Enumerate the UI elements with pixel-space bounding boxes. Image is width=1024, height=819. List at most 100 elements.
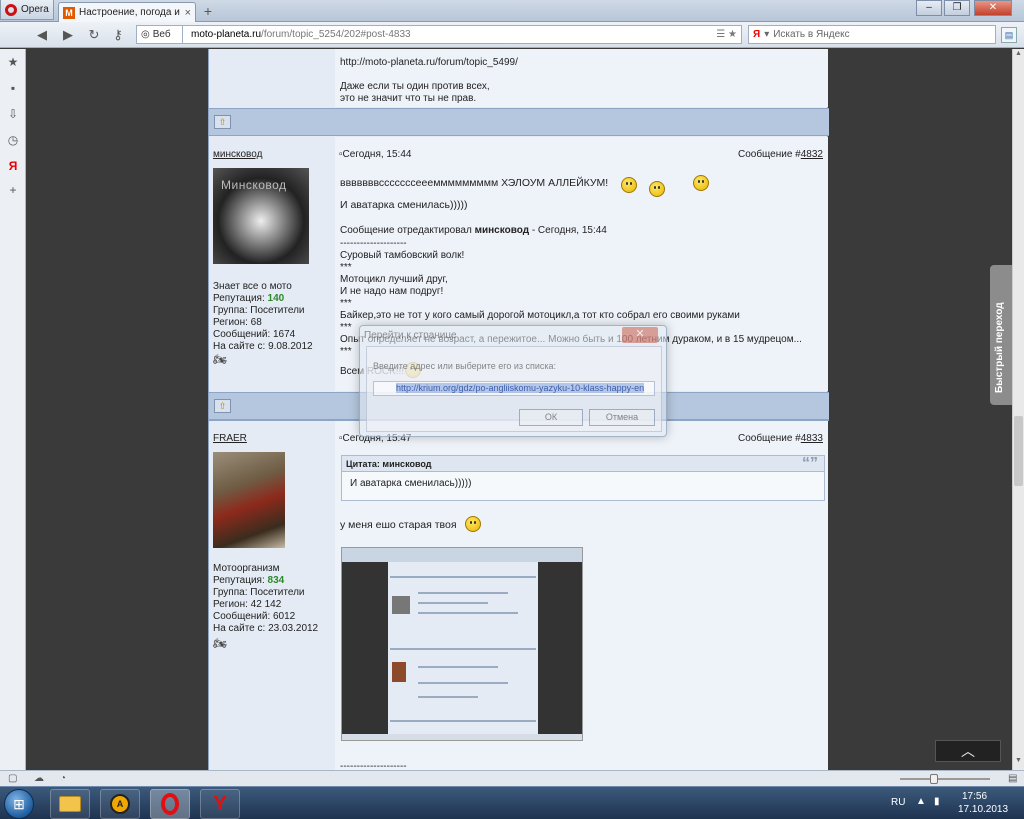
add-panel-icon[interactable]: + xyxy=(6,183,20,197)
key-icon[interactable]: ⚷ xyxy=(110,27,126,43)
tab-bar: Opera M Настроение, погода и ... × + ‒ ❐… xyxy=(0,0,1024,22)
speed-dial-icon[interactable]: ◔ xyxy=(60,773,66,784)
zoom-slider-handle[interactable] xyxy=(930,774,938,784)
go-to-page-dialog[interactable]: Перейти к странице ✕ Введите адрес или в… xyxy=(359,325,667,437)
signature-line: Суровый тамбовский волк! xyxy=(340,250,465,261)
screenshot-taskbar xyxy=(342,734,582,740)
post-date: ▫Сегодня, 15:44 xyxy=(339,149,412,160)
dialog-prompt: Введите адрес или выберите его из списка… xyxy=(373,361,557,371)
tab-active[interactable]: M Настроение, погода и ... × xyxy=(58,2,196,22)
scroll-up-arrow-icon[interactable]: ▲ xyxy=(1014,50,1023,60)
turbo-cloud-icon[interactable]: ☁ xyxy=(34,773,44,784)
page-scrollbar[interactable]: ▲ ▼ xyxy=(1012,49,1024,770)
tab-close-icon[interactable]: × xyxy=(185,7,191,19)
attached-screenshot-image[interactable] xyxy=(341,547,583,741)
author-rank: Мотоорганизм xyxy=(213,563,280,574)
aimp-button[interactable]: A xyxy=(100,789,140,819)
zoom-slider-track[interactable] xyxy=(900,778,990,780)
reputation-value[interactable]: 140 xyxy=(268,293,285,304)
new-tab-button[interactable]: + xyxy=(200,3,216,19)
window-close-button[interactable]: ✕ xyxy=(974,0,1012,16)
yandex-search-icon[interactable]: Я xyxy=(753,29,760,40)
minimize-button[interactable]: ‒ xyxy=(916,0,942,16)
post-number: Сообщение #4832 xyxy=(737,149,823,160)
tray-arrow-icon[interactable]: ▲ xyxy=(916,796,926,807)
clock-date[interactable]: 17.10.2013 xyxy=(958,804,1008,815)
author-group: Группа: Посетители xyxy=(213,305,305,316)
dialog-close-button[interactable]: ✕ xyxy=(622,327,658,343)
opera-menu-label: Opera xyxy=(21,4,49,15)
yandex-panel-icon[interactable]: Я xyxy=(6,159,20,173)
forward-arrow-icon[interactable]: ▶ xyxy=(60,27,76,43)
side-panel: ★ ▪ ⇩ ◷ Я + xyxy=(0,49,26,770)
author-rank: Знает все о мото xyxy=(213,281,292,292)
explorer-folder-button[interactable] xyxy=(50,789,90,819)
scrollbar-thumb[interactable] xyxy=(1014,416,1023,486)
notes-icon[interactable]: ▪ xyxy=(6,81,20,95)
opera-taskbar-button[interactable] xyxy=(150,789,190,819)
history-clock-icon[interactable]: ◷ xyxy=(6,133,20,147)
quick-jump-tab[interactable]: Быстрый переход xyxy=(990,265,1012,405)
scroll-up-icon[interactable]: ⇧ xyxy=(214,115,231,129)
signature-line: -------------------- xyxy=(340,761,407,770)
panel-toggle-icon[interactable]: ▢ xyxy=(8,773,17,784)
yandex-taskbar-button[interactable]: Y xyxy=(200,789,240,819)
opera-icon xyxy=(161,793,179,815)
avatar-caption: Минсковод xyxy=(221,178,287,192)
quote-mark-icon: “” xyxy=(802,455,818,472)
search-field[interactable]: Я ▾ Искать в Яндекс xyxy=(748,25,996,44)
scroll-up-icon[interactable]: ⇧ xyxy=(214,399,231,413)
signature-line: И не надо нам подруг! xyxy=(340,286,444,297)
post-number-link[interactable]: 4832 xyxy=(801,149,823,160)
clock-time[interactable]: 17:56 xyxy=(962,791,987,802)
zoom-menu-icon[interactable]: ▤ xyxy=(1008,773,1017,784)
signature-line: *** xyxy=(340,298,352,309)
signature-line: Байкер,это не тот у кого самый дорогой м… xyxy=(340,310,740,321)
signature-line: *** xyxy=(340,346,352,357)
author-link[interactable]: минсковод xyxy=(213,149,262,160)
site-favicon-icon: M xyxy=(63,6,75,19)
url-field[interactable]: moto-planeta.ru/forum/topic_5254/202#pos… xyxy=(182,25,742,44)
post-number-link[interactable]: 4833 xyxy=(801,433,823,444)
language-indicator[interactable]: RU xyxy=(891,797,905,808)
opera-menu-button[interactable]: Opera xyxy=(0,0,54,20)
reputation-value[interactable]: 834 xyxy=(268,575,285,586)
signature-line: *** xyxy=(340,322,352,333)
address-toolbar: ◀ ▶ ↻ ⚷ ◎ Веб moto-planeta.ru/forum/topi… xyxy=(0,22,1024,48)
status-bar: ▢ ☁ ◔ ▤ xyxy=(0,770,1024,786)
reload-icon[interactable]: ↻ xyxy=(86,27,102,43)
screenshot-browser-bar xyxy=(342,548,582,562)
author-link[interactable]: FRAER xyxy=(213,433,247,444)
dialog-ok-button[interactable]: ОК xyxy=(519,409,583,426)
network-icon[interactable]: ▮ xyxy=(934,796,940,807)
author-avatar xyxy=(213,452,285,548)
opera-logo-icon xyxy=(5,3,17,16)
author-region: Регион: 68 xyxy=(213,317,262,328)
dialog-address-input[interactable]: http://krium.org/gdz/po-angliiskomu-yazy… xyxy=(373,381,655,396)
post-author-panel: минсковод Минсковод Знает все о мото Реп… xyxy=(209,137,334,391)
motorcycle-icon: 🏍 xyxy=(213,638,227,650)
maximize-button[interactable]: ❐ xyxy=(944,0,970,16)
quote-block: Цитата: минсковод “” И аватарка сменилас… xyxy=(341,455,825,501)
bookmarks-star-icon[interactable]: ★ xyxy=(6,55,20,69)
downloads-icon[interactable]: ⇩ xyxy=(6,107,20,121)
author-message-count: Сообщений: 1674 xyxy=(213,329,296,340)
previous-post-link[interactable]: http://moto-planeta.ru/forum/topic_5499/ xyxy=(340,57,518,68)
page-menu-icon[interactable]: ▤ xyxy=(1001,27,1017,43)
windows-start-icon[interactable]: ⊞ xyxy=(4,789,34,819)
web-security-badge[interactable]: ◎ Веб xyxy=(136,25,182,44)
previous-post-tail: http://moto-planeta.ru/forum/topic_5499/… xyxy=(335,49,828,107)
windows-taskbar: ⊞ A Y RU ▲ ▮ 17:56 17.10.2013 xyxy=(0,786,1024,819)
back-arrow-icon[interactable]: ◀ xyxy=(34,27,50,43)
motorcycle-icon: 🏍 xyxy=(213,354,227,366)
dialog-cancel-button[interactable]: Отмена xyxy=(589,409,655,426)
scroll-to-top-button[interactable]: ︿ xyxy=(935,740,1001,762)
rss-icon[interactable]: ☰ xyxy=(716,29,725,40)
bookmark-star-icon[interactable]: ★ xyxy=(728,29,737,40)
scroll-down-arrow-icon[interactable]: ▼ xyxy=(1014,757,1023,767)
search-placeholder: Искать в Яндекс xyxy=(773,29,850,40)
post-text-line: у меня ешо старая твоя xyxy=(340,519,457,531)
chevron-down-icon[interactable]: ▾ xyxy=(764,29,769,40)
smiley-icon xyxy=(693,175,709,191)
tab-title: Настроение, погода и ... xyxy=(79,7,181,18)
